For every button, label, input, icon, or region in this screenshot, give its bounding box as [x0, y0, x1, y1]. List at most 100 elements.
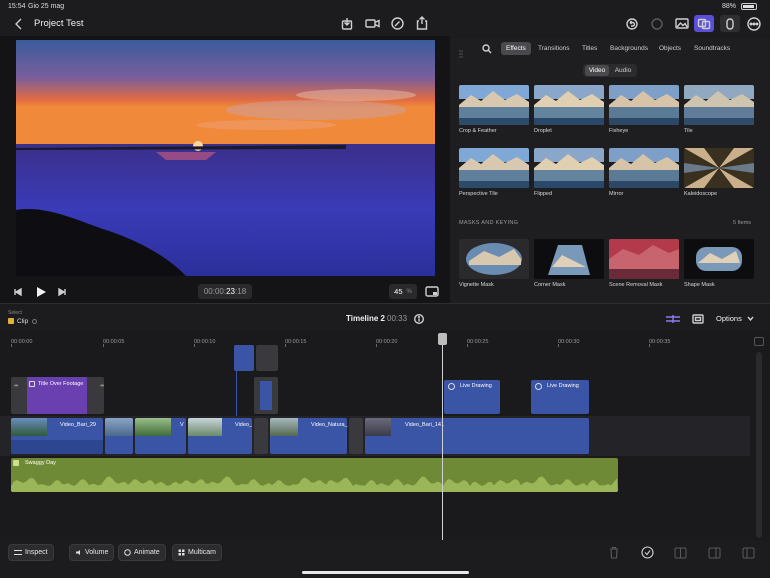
- connected-clip-small-gap[interactable]: [256, 345, 278, 371]
- tab-transitions[interactable]: Transitions: [533, 42, 575, 55]
- effect-thumbnail[interactable]: [459, 148, 529, 188]
- transition-clip[interactable]: [254, 377, 278, 414]
- effect-thumbnail[interactable]: [534, 148, 604, 188]
- volume-button[interactable]: Volume: [69, 544, 115, 561]
- audio-clip[interactable]: [11, 458, 618, 492]
- effects-browser-button[interactable]: [694, 15, 714, 32]
- import-button[interactable]: [340, 16, 354, 31]
- video-clip-3[interactable]: [135, 418, 186, 454]
- detach-icon: [708, 547, 721, 559]
- select-mode-value[interactable]: Clip: [17, 318, 28, 325]
- effect-thumbnail[interactable]: [609, 148, 679, 188]
- effect-thumbnail[interactable]: [459, 85, 529, 125]
- connected-clip-small[interactable]: [234, 345, 254, 371]
- video-thumbnail: [270, 418, 298, 436]
- drawing-icon: [535, 383, 542, 390]
- photos-browser-button[interactable]: [672, 15, 692, 32]
- animate-icon: [124, 549, 131, 556]
- mask-thumbnail[interactable]: [684, 239, 754, 279]
- clip-appearance-button[interactable]: [691, 313, 704, 324]
- segment-audio[interactable]: Audio: [611, 65, 635, 76]
- mask-thumbnail[interactable]: [459, 239, 529, 279]
- skip-forward-icon: [58, 288, 66, 296]
- segment-video[interactable]: Video: [585, 65, 609, 76]
- info-icon: [413, 313, 424, 324]
- delete-button[interactable]: [608, 546, 622, 559]
- display-icon: [424, 286, 439, 297]
- effect-thumbnail[interactable]: [609, 85, 679, 125]
- transition-marker[interactable]: [254, 418, 268, 454]
- mask-thumbnail[interactable]: [534, 239, 604, 279]
- split-clip-icon: [674, 547, 687, 559]
- skip-back-icon: [14, 288, 22, 296]
- effect-label: Tile: [684, 128, 693, 134]
- tab-soundtracks[interactable]: Soundtracks: [689, 42, 735, 55]
- share-button[interactable]: [415, 15, 429, 31]
- voiceover-button[interactable]: [390, 16, 404, 31]
- tab-effects[interactable]: Effects: [501, 42, 531, 55]
- mask-label: Corner Mask: [534, 282, 566, 288]
- play-button[interactable]: [34, 284, 48, 299]
- video-clip-4-label: Video_: [235, 422, 253, 428]
- timeline-info-button[interactable]: [413, 313, 424, 324]
- undo-button[interactable]: [625, 17, 638, 30]
- playhead-handle[interactable]: [438, 333, 447, 345]
- playhead[interactable]: [442, 333, 443, 540]
- camera-button[interactable]: [364, 16, 380, 31]
- video-clip-6[interactable]: [365, 418, 589, 454]
- timeline-scrollbar[interactable]: [756, 352, 762, 538]
- transition-marker[interactable]: [349, 418, 363, 454]
- fullscreen-button[interactable]: [424, 285, 439, 298]
- scissors-split-icon: [666, 314, 680, 323]
- options-button[interactable]: Options: [716, 314, 742, 323]
- ruler-tick-label: 00:00:15: [285, 339, 307, 345]
- detach-audio-button[interactable]: [708, 546, 722, 559]
- options-chevron-icon[interactable]: [746, 315, 754, 321]
- video-camera-icon: [364, 19, 380, 28]
- back-button[interactable]: [12, 17, 26, 31]
- tab-objects[interactable]: Objects: [654, 42, 686, 55]
- effect-thumbnail[interactable]: [684, 148, 754, 188]
- zoom-control[interactable]: 45%: [389, 284, 417, 299]
- ruler-tick-label: 00:00:30: [558, 339, 580, 345]
- effect-thumbnail[interactable]: [684, 85, 754, 125]
- ruler-tick-mark: [649, 344, 650, 347]
- precision-editor-button[interactable]: [665, 313, 681, 324]
- status-date: Gio 25 mag: [28, 3, 65, 10]
- effect-thumbnail[interactable]: [534, 85, 604, 125]
- speaker-icon: [76, 550, 80, 555]
- animate-button[interactable]: Animate: [118, 544, 166, 561]
- done-button[interactable]: [641, 546, 655, 559]
- more-circle-icon: [746, 16, 761, 31]
- title-clip-label: Title Over Footage: [38, 381, 84, 387]
- sunset-frame-image: [16, 40, 435, 276]
- masks-section-count: 5 Items: [733, 220, 752, 226]
- video-clip-2[interactable]: [105, 418, 133, 454]
- skip-back-button[interactable]: [13, 287, 23, 297]
- split-button[interactable]: [674, 546, 688, 559]
- multicam-label: Multicam: [188, 549, 217, 556]
- select-mode-chevron-icon[interactable]: [32, 319, 37, 324]
- battery-icon: [741, 3, 757, 10]
- ruler-tick-label: 00:00:10: [194, 339, 216, 345]
- tab-backgrounds[interactable]: Backgrounds: [605, 42, 653, 55]
- mask-thumbnail[interactable]: [609, 239, 679, 279]
- effect-label: Droplet: [534, 128, 552, 134]
- replace-button[interactable]: [742, 546, 756, 559]
- title-clip-handle-icon: ⇹: [100, 383, 104, 389]
- tab-titles[interactable]: Titles: [577, 42, 602, 55]
- timeline-zoom-handle-icon[interactable]: [754, 337, 764, 346]
- multicam-button[interactable]: Multicam: [172, 544, 223, 561]
- skip-forward-button[interactable]: [57, 287, 67, 297]
- inspect-button[interactable]: Inspect: [8, 544, 54, 561]
- more-button[interactable]: [746, 16, 761, 31]
- drag-handle-icon[interactable]: [459, 45, 463, 58]
- timecode-prefix: 00:00:: [203, 287, 227, 296]
- zoom-value: 45: [394, 287, 403, 296]
- inspector-toggle-button[interactable]: [720, 15, 740, 32]
- video-thumbnail: [11, 418, 47, 436]
- redo-button[interactable]: [650, 17, 663, 30]
- overlap-squares-icon: [697, 18, 711, 29]
- search-button[interactable]: [481, 43, 492, 54]
- video-preview[interactable]: [16, 40, 435, 276]
